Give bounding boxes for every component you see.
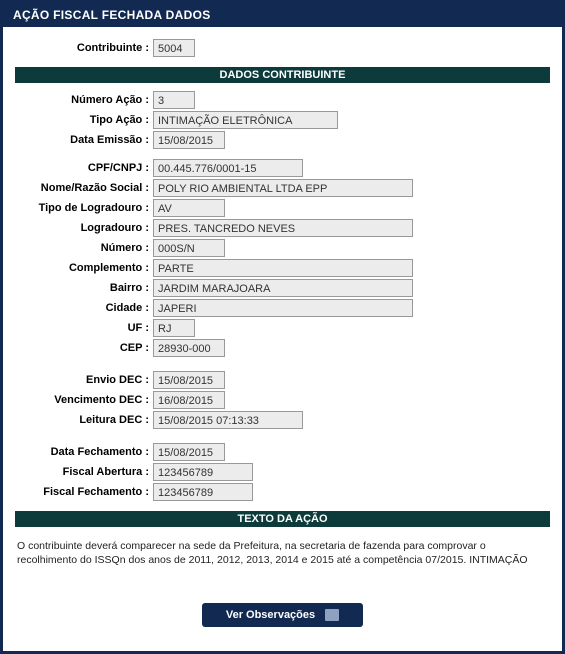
section-texto-acao: TEXTO DA AÇÃO xyxy=(15,511,550,527)
numero-row: Número : 000S/N xyxy=(15,239,550,257)
bairro-field: JARDIM MARAJOARA xyxy=(153,279,413,297)
envio-dec-field: 15/08/2015 xyxy=(153,371,225,389)
numero-acao-field: 3 xyxy=(153,91,195,109)
cidade-label: Cidade : xyxy=(15,302,153,314)
fiscal-fechamento-field: 123456789 xyxy=(153,483,253,501)
tipo-acao-field: INTIMAÇÃO ELETRÔNICA xyxy=(153,111,338,129)
bairro-row: Bairro : JARDIM MARAJOARA xyxy=(15,279,550,297)
data-emissao-field: 15/08/2015 xyxy=(153,131,225,149)
fiscal-fechamento-row: Fiscal Fechamento : 123456789 xyxy=(15,483,550,501)
logradouro-row: Logradouro : PRES. TANCREDO NEVES xyxy=(15,219,550,237)
logradouro-field: PRES. TANCREDO NEVES xyxy=(153,219,413,237)
venc-dec-row: Vencimento DEC : 16/08/2015 xyxy=(15,391,550,409)
ver-observacoes-button[interactable]: Ver Observações xyxy=(202,603,363,627)
data-fechamento-label: Data Fechamento : xyxy=(15,446,153,458)
cpf-cnpj-label: CPF/CNPJ : xyxy=(15,162,153,174)
numero-acao-row: Número Ação : 3 xyxy=(15,91,550,109)
contribuinte-field: 5004 xyxy=(153,39,195,57)
cep-row: CEP : 28930-000 xyxy=(15,339,550,357)
tipo-logradouro-field: AV xyxy=(153,199,225,217)
nome-field: POLY RIO AMBIENTAL LTDA EPP xyxy=(153,179,413,197)
data-fechamento-row: Data Fechamento : 15/08/2015 xyxy=(15,443,550,461)
leitura-dec-label: Leitura DEC : xyxy=(15,414,153,426)
data-emissao-row: Data Emissão : 15/08/2015 xyxy=(15,131,550,149)
window-title: AÇÃO FISCAL FECHADA DADOS xyxy=(3,3,562,27)
ver-observacoes-label: Ver Observações xyxy=(226,609,315,621)
cidade-field: JAPERI xyxy=(153,299,413,317)
numero-field: 000S/N xyxy=(153,239,225,257)
envio-dec-row: Envio DEC : 15/08/2015 xyxy=(15,371,550,389)
cep-label: CEP : xyxy=(15,342,153,354)
cpf-cnpj-row: CPF/CNPJ : 00.445.776/0001-15 xyxy=(15,159,550,177)
complemento-field: PARTE xyxy=(153,259,413,277)
leitura-dec-row: Leitura DEC : 15/08/2015 07:13:33 xyxy=(15,411,550,429)
tipo-logradouro-label: Tipo de Logradouro : xyxy=(15,202,153,214)
tipo-logradouro-row: Tipo de Logradouro : AV xyxy=(15,199,550,217)
tipo-acao-label: Tipo Ação : xyxy=(15,114,153,126)
fiscal-abertura-field: 123456789 xyxy=(153,463,253,481)
fiscal-fechamento-label: Fiscal Fechamento : xyxy=(15,486,153,498)
window: AÇÃO FISCAL FECHADA DADOS Contribuinte :… xyxy=(0,0,565,654)
nome-row: Nome/Razão Social : POLY RIO AMBIENTAL L… xyxy=(15,179,550,197)
tipo-acao-row: Tipo Ação : INTIMAÇÃO ELETRÔNICA xyxy=(15,111,550,129)
data-emissao-label: Data Emissão : xyxy=(15,134,153,146)
fiscal-abertura-row: Fiscal Abertura : 123456789 xyxy=(15,463,550,481)
venc-dec-label: Vencimento DEC : xyxy=(15,394,153,406)
leitura-dec-field: 15/08/2015 07:13:33 xyxy=(153,411,303,429)
button-area: Ver Observações xyxy=(15,603,550,627)
cpf-cnpj-field: 00.445.776/0001-15 xyxy=(153,159,303,177)
cep-field: 28930-000 xyxy=(153,339,225,357)
fiscal-abertura-label: Fiscal Abertura : xyxy=(15,466,153,478)
uf-field: RJ xyxy=(153,319,195,337)
bairro-label: Bairro : xyxy=(15,282,153,294)
complemento-row: Complemento : PARTE xyxy=(15,259,550,277)
uf-row: UF : RJ xyxy=(15,319,550,337)
section-dados-contribuinte: DADOS CONTRIBUINTE xyxy=(15,67,550,83)
form-content: Contribuinte : 5004 DADOS CONTRIBUINTE N… xyxy=(3,27,562,651)
observacoes-icon xyxy=(325,609,339,621)
contribuinte-label: Contribuinte : xyxy=(15,42,153,54)
venc-dec-field: 16/08/2015 xyxy=(153,391,225,409)
envio-dec-label: Envio DEC : xyxy=(15,374,153,386)
contribuinte-row: Contribuinte : 5004 xyxy=(15,39,550,57)
complemento-label: Complemento : xyxy=(15,262,153,274)
numero-label: Número : xyxy=(15,242,153,254)
nome-label: Nome/Razão Social : xyxy=(15,182,153,194)
texto-acao-body: O contribuinte deverá comparecer na sede… xyxy=(15,535,550,579)
data-fechamento-field: 15/08/2015 xyxy=(153,443,225,461)
cidade-row: Cidade : JAPERI xyxy=(15,299,550,317)
logradouro-label: Logradouro : xyxy=(15,222,153,234)
numero-acao-label: Número Ação : xyxy=(15,94,153,106)
uf-label: UF : xyxy=(15,322,153,334)
